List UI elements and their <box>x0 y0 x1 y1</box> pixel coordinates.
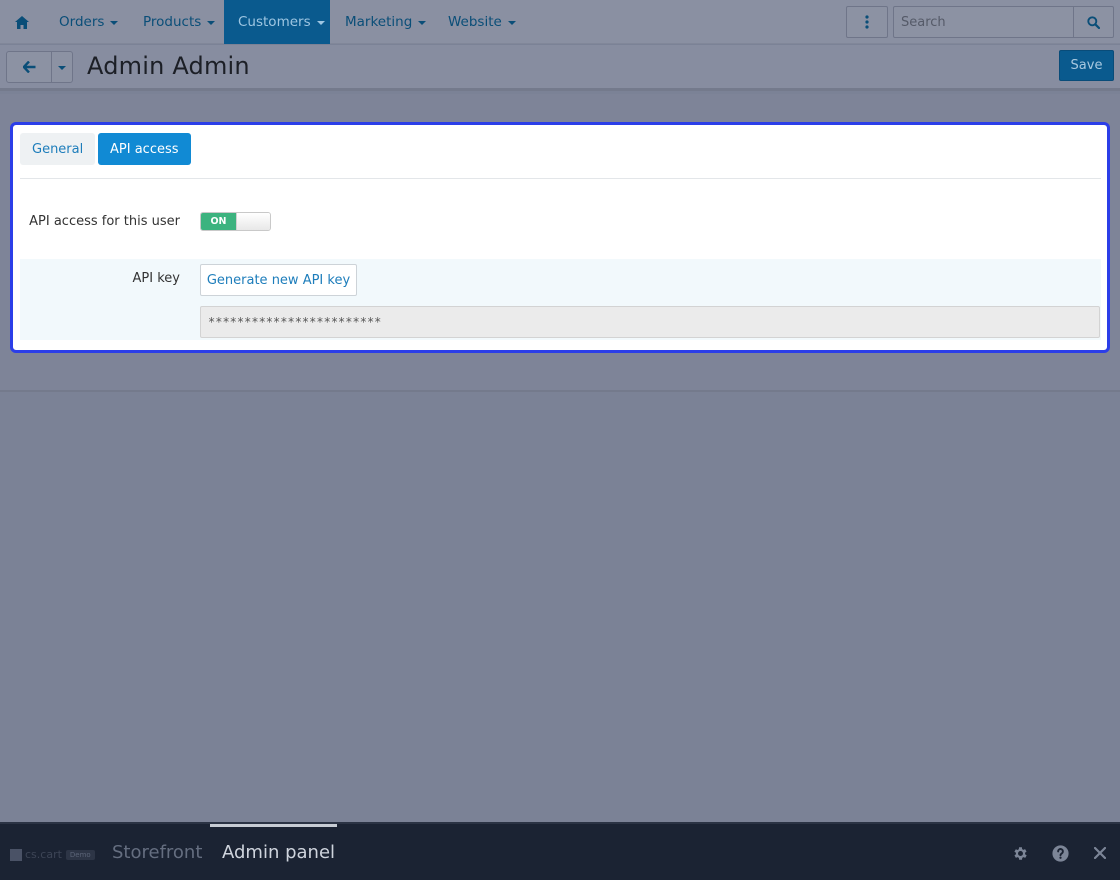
storefront-link[interactable]: Storefront <box>112 842 202 863</box>
caret-down-icon <box>207 21 216 25</box>
active-link-indicator <box>210 824 337 827</box>
caret-down-icon <box>418 21 427 25</box>
tab-api-access[interactable]: API access <box>98 133 191 165</box>
back-dropdown-toggle[interactable] <box>51 52 72 82</box>
home-icon <box>15 15 29 29</box>
toggle-on-label: ON <box>201 213 236 230</box>
nav-item-label: Website <box>448 14 502 30</box>
arrow-left-icon <box>22 61 35 73</box>
nav-item-customers[interactable]: Customers <box>224 0 330 44</box>
search-input[interactable] <box>894 7 1073 37</box>
tab-general[interactable]: General <box>20 133 96 165</box>
admin-panel-link[interactable]: Admin panel <box>222 842 335 863</box>
api-key-row: API key Generate new API key ***********… <box>20 259 1101 340</box>
generate-api-key-button[interactable]: Generate new API key <box>200 264 357 296</box>
nav-item-label: Products <box>143 14 202 30</box>
api-key-field[interactable]: ************************ <box>200 306 1100 338</box>
nav-item-label: Orders <box>59 14 105 30</box>
api-key-label: API key <box>132 271 180 286</box>
caret-down-icon <box>316 21 325 25</box>
top-navigation: Orders Products Customers Marketing Webs… <box>0 0 1120 44</box>
close-button[interactable] <box>1091 844 1109 862</box>
bottom-bar: cs.cart Demo Storefront Admin panel <box>0 822 1120 880</box>
search-icon <box>1087 15 1100 29</box>
logo-badge: Demo <box>65 849 95 860</box>
nav-item-products[interactable]: Products <box>129 0 229 44</box>
tabs-divider <box>20 178 1101 179</box>
logo-text: cs.cart <box>25 848 62 861</box>
home-link[interactable] <box>0 0 44 44</box>
kebab-icon <box>865 15 869 29</box>
page-title: Admin Admin <box>87 52 250 80</box>
settings-button[interactable] <box>1011 844 1029 862</box>
api-access-label: API access for this user <box>29 214 180 229</box>
page-header: Admin Admin Save <box>0 45 1120 91</box>
nav-item-orders[interactable]: Orders <box>45 0 132 44</box>
help-button[interactable] <box>1051 844 1069 862</box>
search-box <box>893 6 1114 38</box>
close-icon <box>1094 847 1106 859</box>
caret-down-icon <box>58 66 66 70</box>
logo-cube-icon <box>10 848 22 861</box>
api-access-toggle[interactable]: ON <box>200 212 271 231</box>
nav-item-marketing[interactable]: Marketing <box>331 0 440 44</box>
logo: cs.cart Demo <box>10 848 95 861</box>
more-actions-button[interactable] <box>846 6 888 38</box>
nav-item-label: Marketing <box>345 14 413 30</box>
toggle-knob <box>236 213 270 230</box>
gear-icon <box>1013 846 1027 860</box>
back-button-group <box>6 51 73 83</box>
api-access-panel: General API access API access for this u… <box>10 122 1110 353</box>
nav-item-website[interactable]: Website <box>434 0 530 44</box>
help-icon <box>1051 844 1069 862</box>
caret-down-icon <box>110 21 119 25</box>
caret-down-icon <box>507 21 516 25</box>
back-button[interactable] <box>7 52 51 82</box>
search-button[interactable] <box>1073 7 1113 37</box>
nav-item-label: Customers <box>238 14 311 30</box>
save-button[interactable]: Save <box>1059 50 1114 81</box>
